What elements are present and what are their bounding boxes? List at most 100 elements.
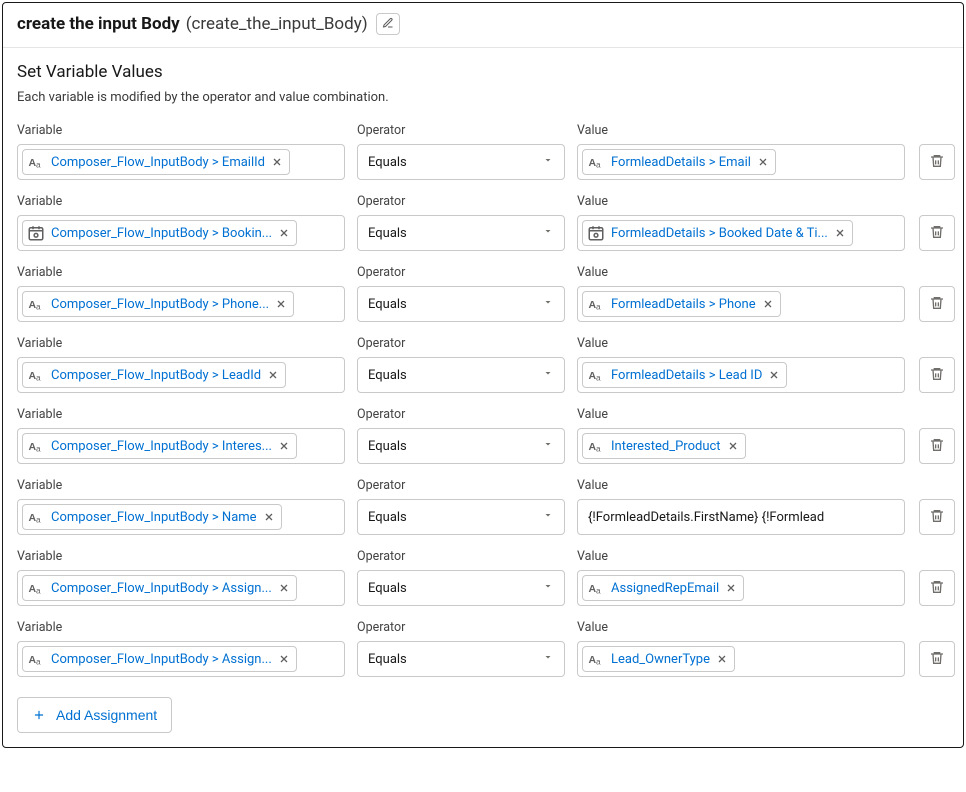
operator-value: Equals	[368, 368, 407, 383]
remove-token-icon[interactable]	[275, 298, 287, 310]
value-label: Value	[577, 549, 905, 564]
edit-label-button[interactable]	[376, 13, 400, 35]
value-label: Value	[577, 478, 905, 493]
trash-icon	[929, 295, 945, 314]
delete-row-button[interactable]	[919, 215, 955, 251]
chevron-down-icon	[542, 509, 554, 525]
value-input[interactable]: {!FormleadDetails.FirstName} {!Formlead	[577, 499, 905, 535]
delete-row-button[interactable]	[919, 144, 955, 180]
delete-row-button[interactable]	[919, 570, 955, 606]
operator-select[interactable]: Equals	[357, 286, 565, 322]
remove-token-icon[interactable]	[278, 440, 290, 452]
delete-row-button[interactable]	[919, 499, 955, 535]
operator-label: Operator	[357, 336, 565, 351]
variable-input[interactable]: Aa Composer_Flow_InputBody > Assign...	[17, 570, 345, 606]
operator-select[interactable]: Equals	[357, 570, 565, 606]
panel-header: create the input Body (create_the_input_…	[3, 3, 963, 48]
variable-token[interactable]: Aa Composer_Flow_InputBody > Assign...	[22, 575, 297, 601]
value-token[interactable]: Aa FormleadDetails > Email	[582, 149, 776, 175]
value-token[interactable]: Aa AssignedRepEmail	[582, 575, 744, 601]
svg-text:a: a	[596, 302, 601, 311]
delete-row-button[interactable]	[919, 641, 955, 677]
trash-icon	[929, 366, 945, 385]
remove-token-icon[interactable]	[725, 582, 737, 594]
variable-token[interactable]: Aa Composer_Flow_InputBody > Name	[22, 504, 282, 530]
value-token-text: FormleadDetails > Email	[611, 155, 751, 170]
operator-label: Operator	[357, 620, 565, 635]
value-label: Value	[577, 336, 905, 351]
value-input[interactable]: Aa FormleadDetails > Email	[577, 144, 905, 180]
svg-text:a: a	[596, 657, 601, 666]
assignment-row: Variable Aa Composer_Flow_InputBody > Le…	[17, 336, 949, 393]
remove-token-icon[interactable]	[757, 156, 769, 168]
variable-input[interactable]: Aa Composer_Flow_InputBody > Assign...	[17, 641, 345, 677]
variable-token[interactable]: Aa Composer_Flow_InputBody > Assign...	[22, 646, 297, 672]
value-token[interactable]: Aa FormleadDetails > Phone	[582, 291, 781, 317]
remove-token-icon[interactable]	[271, 156, 283, 168]
variable-input[interactable]: Aa Composer_Flow_InputBody > Phone...	[17, 286, 345, 322]
variable-token-text: Composer_Flow_InputBody > LeadId	[51, 368, 261, 383]
add-assignment-label: Add Assignment	[56, 707, 157, 723]
remove-token-icon[interactable]	[768, 369, 780, 381]
value-token[interactable]: FormleadDetails > Booked Date & Ti...	[582, 220, 853, 246]
assignment-row: Variable Aa Composer_Flow_InputBody > As…	[17, 549, 949, 606]
variable-token-text: Composer_Flow_InputBody > Phone...	[51, 297, 269, 312]
operator-value: Equals	[368, 155, 407, 170]
operator-select[interactable]: Equals	[357, 215, 565, 251]
variable-label: Variable	[17, 265, 345, 280]
value-input[interactable]: FormleadDetails > Booked Date & Ti...	[577, 215, 905, 251]
value-token[interactable]: Aa Interested_Product	[582, 433, 746, 459]
svg-text:a: a	[36, 160, 41, 169]
remove-token-icon[interactable]	[267, 369, 279, 381]
operator-select[interactable]: Equals	[357, 499, 565, 535]
value-input[interactable]: Aa AssignedRepEmail	[577, 570, 905, 606]
add-assignment-button[interactable]: Add Assignment	[17, 697, 172, 733]
variable-token[interactable]: Aa Composer_Flow_InputBody > EmailId	[22, 149, 290, 175]
operator-label: Operator	[357, 265, 565, 280]
remove-token-icon[interactable]	[727, 440, 739, 452]
value-input[interactable]: Aa FormleadDetails > Phone	[577, 286, 905, 322]
chevron-down-icon	[542, 438, 554, 454]
variable-label: Variable	[17, 549, 345, 564]
date-icon	[27, 224, 45, 242]
chevron-down-icon	[542, 367, 554, 383]
value-token-text: FormleadDetails > Lead ID	[611, 368, 762, 383]
remove-token-icon[interactable]	[263, 511, 275, 523]
delete-row-button[interactable]	[919, 357, 955, 393]
remove-token-icon[interactable]	[278, 653, 290, 665]
delete-row-button[interactable]	[919, 286, 955, 322]
operator-select[interactable]: Equals	[357, 357, 565, 393]
value-input[interactable]: Aa Interested_Product	[577, 428, 905, 464]
variable-token[interactable]: Composer_Flow_InputBody > Bookin...	[22, 220, 297, 246]
operator-select[interactable]: Equals	[357, 144, 565, 180]
delete-row-button[interactable]	[919, 428, 955, 464]
value-label: Value	[577, 123, 905, 138]
text-icon: Aa	[587, 437, 605, 455]
value-token[interactable]: Aa FormleadDetails > Lead ID	[582, 362, 787, 388]
chevron-down-icon	[542, 651, 554, 667]
variable-input[interactable]: Aa Composer_Flow_InputBody > EmailId	[17, 144, 345, 180]
text-icon: Aa	[587, 153, 605, 171]
value-token[interactable]: Aa Lead_OwnerType	[582, 646, 735, 672]
value-label: Value	[577, 194, 905, 209]
trash-icon	[929, 650, 945, 669]
variable-token[interactable]: Aa Composer_Flow_InputBody > Interes...	[22, 433, 297, 459]
variable-token[interactable]: Aa Composer_Flow_InputBody > Phone...	[22, 291, 294, 317]
operator-select[interactable]: Equals	[357, 428, 565, 464]
variable-token[interactable]: Aa Composer_Flow_InputBody > LeadId	[22, 362, 286, 388]
value-input[interactable]: Aa FormleadDetails > Lead ID	[577, 357, 905, 393]
value-input[interactable]: Aa Lead_OwnerType	[577, 641, 905, 677]
variable-token-text: Composer_Flow_InputBody > EmailId	[51, 155, 265, 170]
remove-token-icon[interactable]	[278, 582, 290, 594]
remove-token-icon[interactable]	[716, 653, 728, 665]
operator-select[interactable]: Equals	[357, 641, 565, 677]
variable-input[interactable]: Composer_Flow_InputBody > Bookin...	[17, 215, 345, 251]
variable-input[interactable]: Aa Composer_Flow_InputBody > Interes...	[17, 428, 345, 464]
remove-token-icon[interactable]	[762, 298, 774, 310]
variable-input[interactable]: Aa Composer_Flow_InputBody > LeadId	[17, 357, 345, 393]
remove-token-icon[interactable]	[278, 227, 290, 239]
svg-text:a: a	[36, 515, 41, 524]
remove-token-icon[interactable]	[834, 227, 846, 239]
chevron-down-icon	[542, 154, 554, 170]
variable-input[interactable]: Aa Composer_Flow_InputBody > Name	[17, 499, 345, 535]
